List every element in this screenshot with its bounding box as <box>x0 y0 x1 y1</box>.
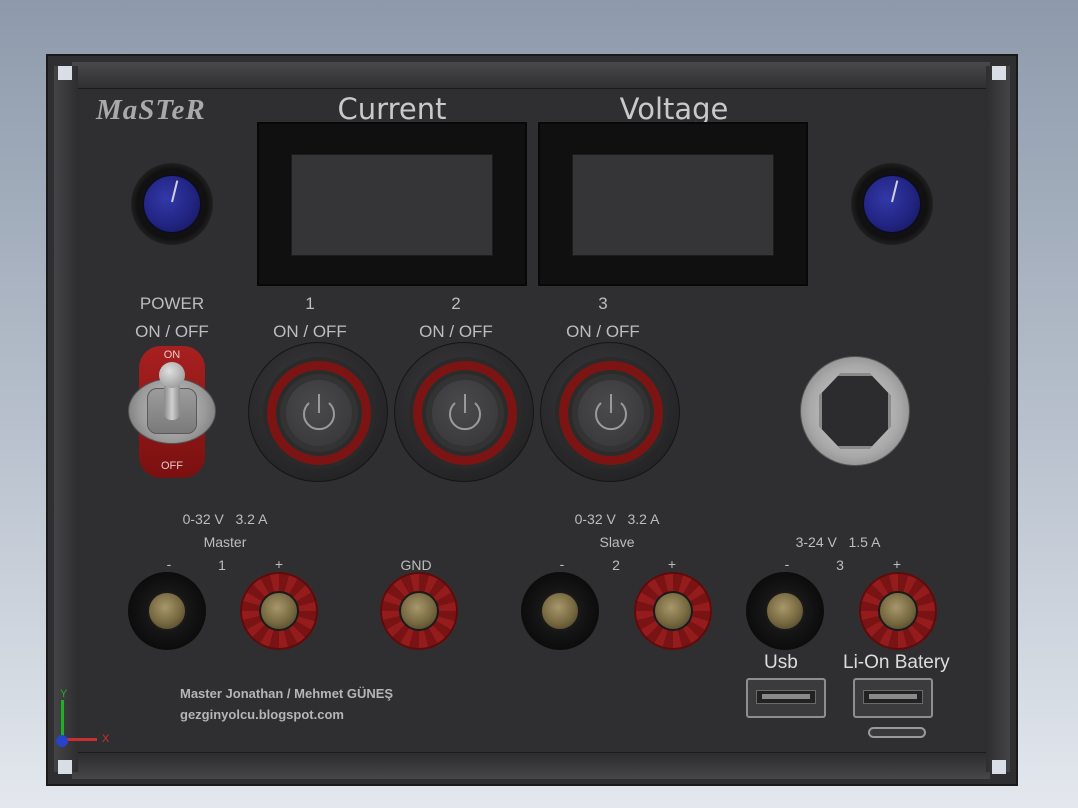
master-positive-terminal[interactable] <box>240 572 318 650</box>
slave-spec-current: 3.2 A <box>627 511 660 527</box>
output-1-button[interactable] <box>248 342 388 482</box>
axis-origin <box>56 735 68 747</box>
corner-top-left <box>58 66 72 80</box>
slave-minus-label: - <box>559 556 565 572</box>
output3-plus-label: + <box>892 556 902 572</box>
toggle-on-label: ON <box>163 349 181 361</box>
gnd-label: GND <box>400 557 432 573</box>
slave-positive-terminal[interactable] <box>634 572 712 650</box>
master-negative-terminal[interactable] <box>128 572 206 650</box>
voltage-adjust-knob[interactable] <box>851 163 933 245</box>
usb-tongue <box>869 694 917 699</box>
output3-spec-current: 1.5 A <box>848 534 881 550</box>
y-axis-arrow <box>61 700 64 740</box>
website-credit: gezginyolcu.blogspot.com <box>180 707 344 722</box>
corner-top-right <box>992 66 1006 80</box>
knob-indicator <box>171 180 179 203</box>
right-rail <box>986 66 1010 772</box>
button-led-ring <box>267 361 371 465</box>
slave-negative-terminal[interactable] <box>521 572 599 650</box>
power-icon <box>449 394 481 431</box>
battery-label: Li-On Batery <box>843 652 950 673</box>
output3-spec-voltage: 3-24 V <box>795 534 837 550</box>
corner-bottom-right <box>992 760 1006 774</box>
output3-positive-terminal[interactable] <box>859 572 937 650</box>
terminal-core <box>765 591 805 631</box>
voltage-display <box>538 122 808 286</box>
usb-tongue <box>762 694 810 699</box>
switch-3-label: ON / OFF <box>566 322 640 341</box>
switch-1-number: 1 <box>305 294 315 313</box>
voltage-display-title: Voltage <box>619 92 729 126</box>
corner-bottom-left <box>58 760 72 774</box>
brand-logo: MaSTeR <box>96 94 206 126</box>
current-display-title: Current <box>337 92 447 126</box>
knob-indicator <box>891 180 899 203</box>
current-display <box>257 122 527 286</box>
terminal-core <box>878 591 918 631</box>
power-label: POWER <box>139 294 205 313</box>
top-rail <box>72 62 990 89</box>
battery-usb-port[interactable] <box>853 678 933 718</box>
switch-2-number: 2 <box>451 294 461 313</box>
button-led-ring <box>559 361 663 465</box>
terminal-core <box>399 591 439 631</box>
slave-number-label: 2 <box>612 557 620 573</box>
button-face <box>432 380 498 446</box>
slave-spec: 0-32 V 3.2 A <box>562 511 672 527</box>
master-spec: 0-32 V 3.2 A <box>170 511 280 527</box>
output3-number-label: 3 <box>836 557 844 573</box>
power-icon <box>303 394 335 431</box>
knob-cap <box>863 175 921 233</box>
master-spec-voltage: 0-32 V <box>182 511 224 527</box>
terminal-core <box>540 591 580 631</box>
output3-minus-label: - <box>784 556 790 572</box>
master-minus-label: - <box>166 556 172 572</box>
slave-spec-voltage: 0-32 V <box>574 511 616 527</box>
voltage-display-screen <box>572 154 774 256</box>
power-onoff-label: ON / OFF <box>135 322 209 341</box>
output-2-button[interactable] <box>394 342 534 482</box>
usb-port[interactable] <box>746 678 826 718</box>
master-plus-label: + <box>274 556 284 572</box>
button-face <box>286 380 352 446</box>
master-label: Master <box>203 534 247 550</box>
usb-label: Usb <box>764 652 798 673</box>
master-spec-current: 3.2 A <box>235 511 268 527</box>
output-3-button[interactable] <box>540 342 680 482</box>
terminal-core <box>259 591 299 631</box>
knob-cap <box>143 175 201 233</box>
switch-3-number: 3 <box>598 294 608 313</box>
current-display-screen <box>291 154 493 256</box>
left-rail <box>54 66 78 772</box>
gnd-terminal[interactable] <box>380 572 458 650</box>
switch-2-label: ON / OFF <box>419 322 493 341</box>
button-face <box>578 380 644 446</box>
aux-socket-nut <box>800 356 910 466</box>
battery-charge-port[interactable] <box>868 727 926 738</box>
terminal-core <box>653 591 693 631</box>
output3-negative-terminal[interactable] <box>746 572 824 650</box>
x-axis-arrow <box>63 738 97 741</box>
power-icon <box>595 394 627 431</box>
author-credit: Master Jonathan / Mehmet GÜNEŞ <box>180 686 394 701</box>
current-adjust-knob[interactable] <box>131 163 213 245</box>
x-axis-label: X <box>102 733 110 745</box>
toggle-off-label: OFF <box>161 460 183 472</box>
aux-socket[interactable] <box>819 373 891 449</box>
terminal-core <box>147 591 187 631</box>
button-led-ring <box>413 361 517 465</box>
power-toggle-handle[interactable] <box>159 362 185 388</box>
switch-1-label: ON / OFF <box>273 322 347 341</box>
master-number-label: 1 <box>218 557 226 573</box>
slave-plus-label: + <box>667 556 677 572</box>
output3-spec: 3-24 V 1.5 A <box>782 534 894 550</box>
slave-label: Slave <box>599 534 635 550</box>
bottom-rail <box>72 752 990 779</box>
y-axis-label: Y <box>60 688 68 700</box>
